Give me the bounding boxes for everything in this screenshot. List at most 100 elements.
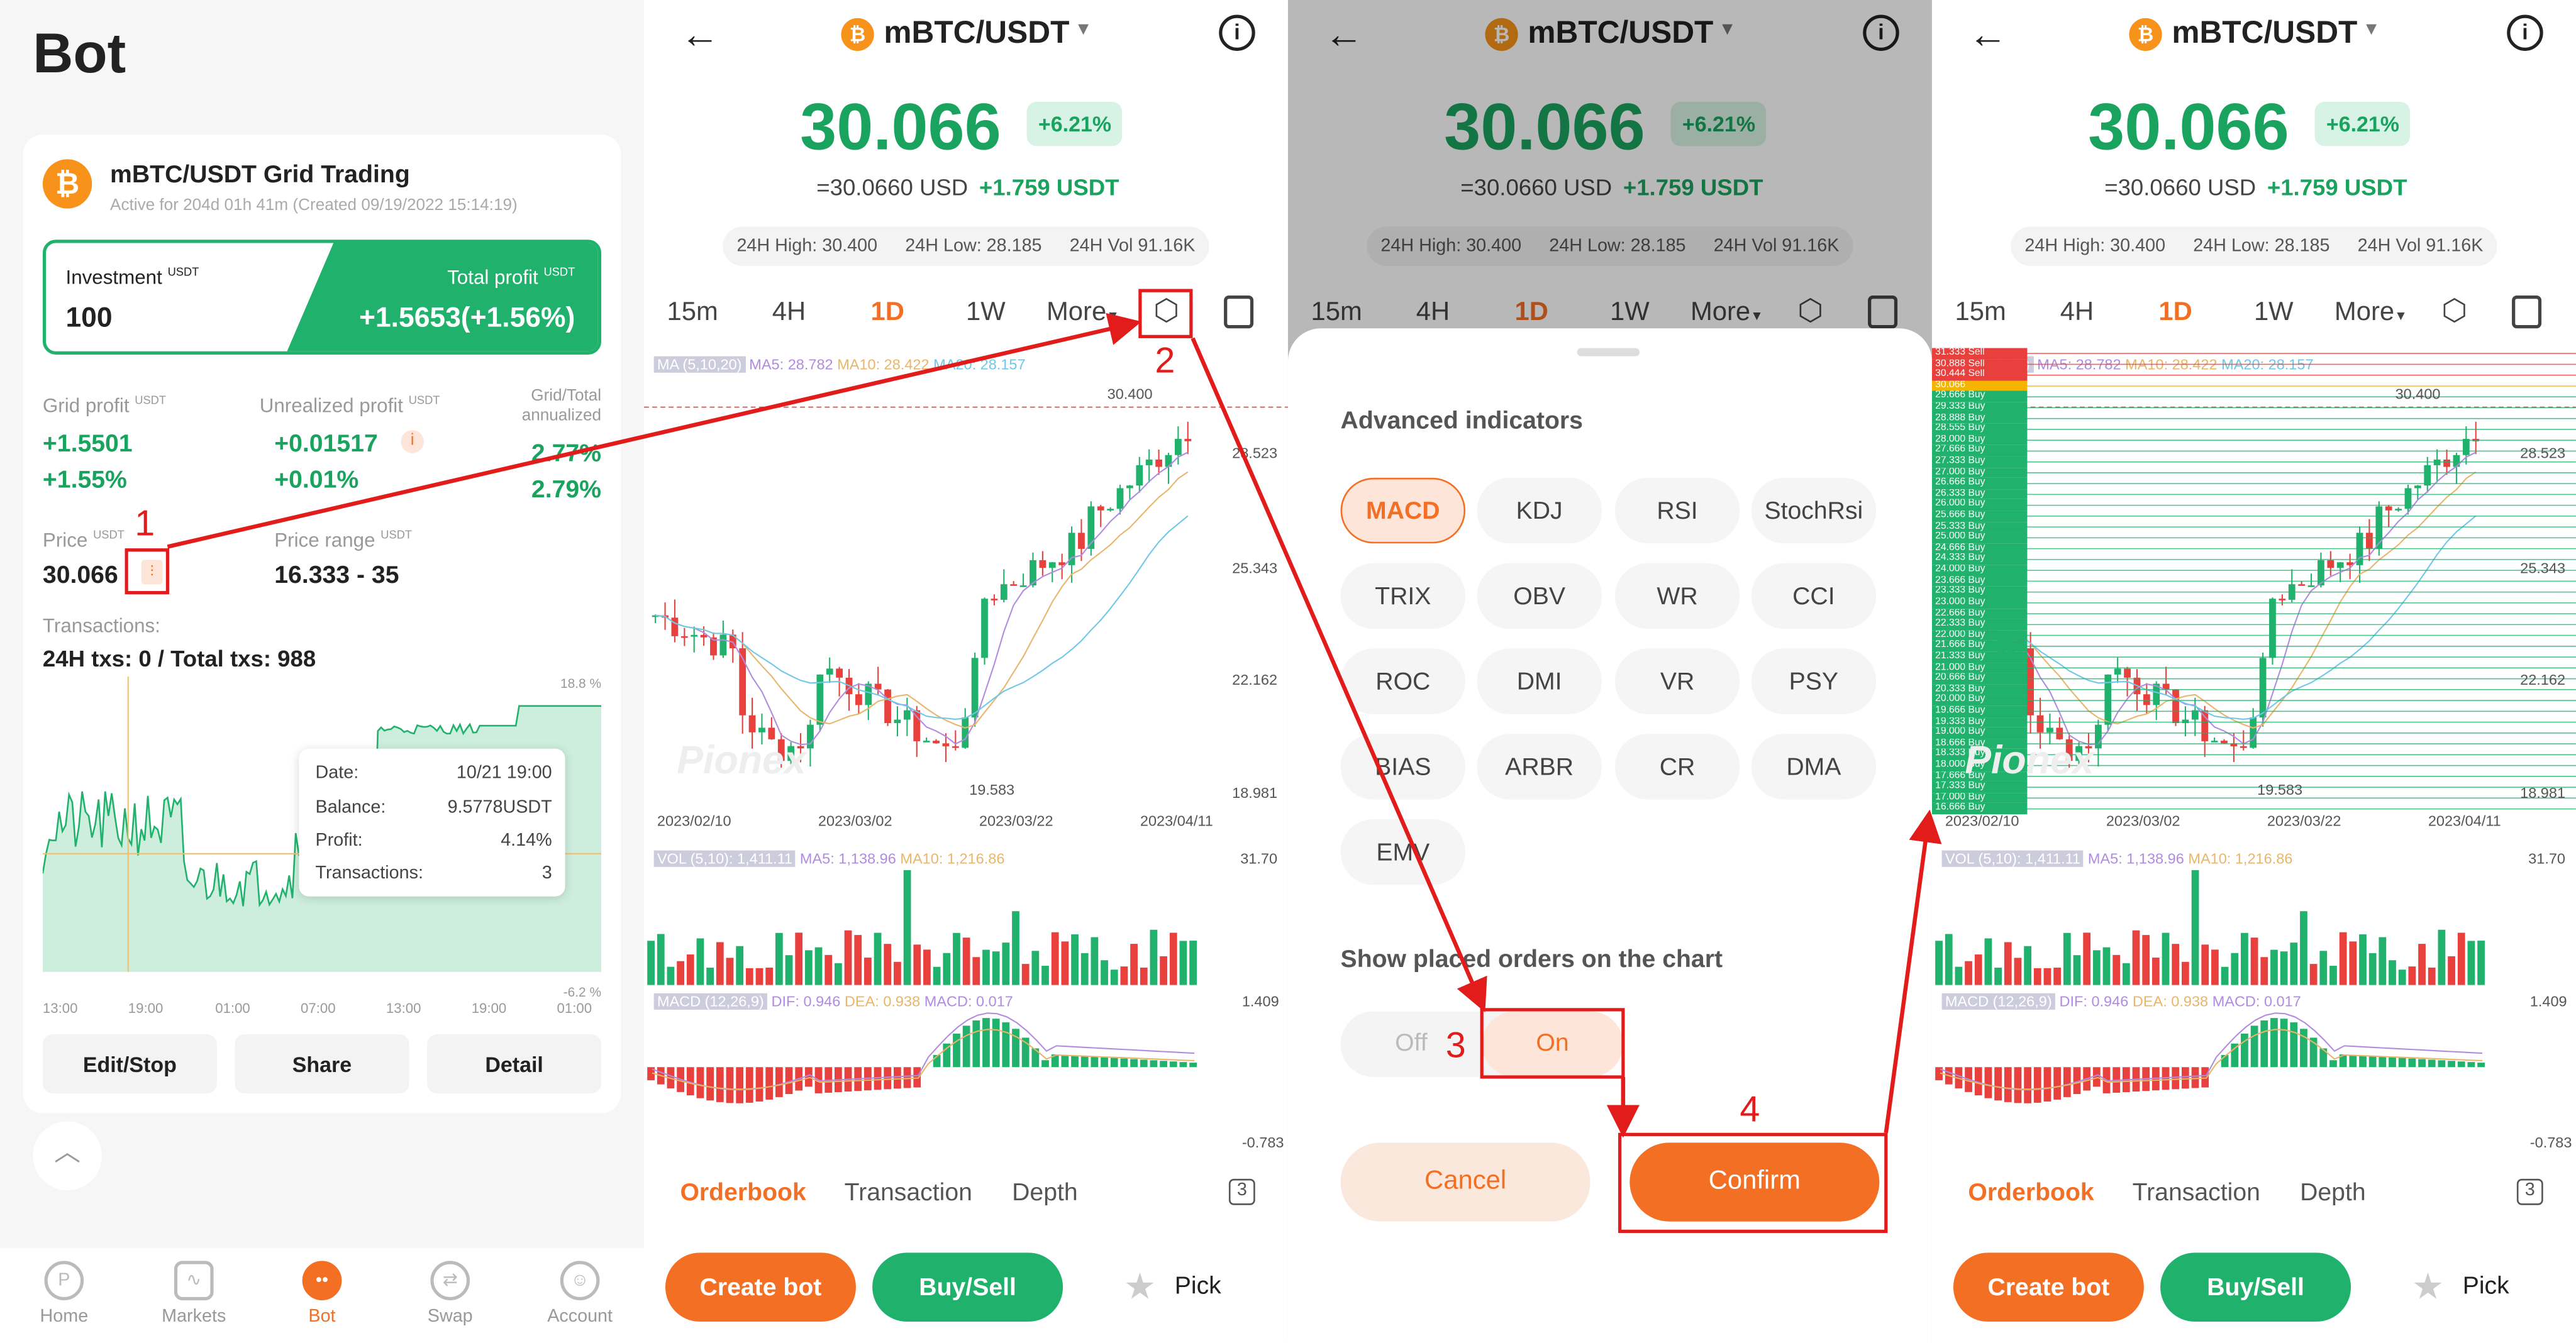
bitcoin-icon: ₿ (2129, 18, 2162, 51)
volume-bar (874, 932, 882, 985)
macd-label: MACD (12,26,9) (1941, 993, 2055, 1010)
grid-profit-unit: USDT (135, 395, 167, 407)
star-icon[interactable]: ★ (2412, 1266, 2445, 1308)
indicator-vr[interactable]: VR (1614, 648, 1740, 714)
indicator-wr[interactable]: WR (1614, 563, 1740, 629)
indicator-rsi[interactable]: RSI (1614, 477, 1740, 544)
price-axis-3: 22.162 (1232, 671, 1278, 688)
nav-markets[interactable]: ∿ Markets (145, 1261, 243, 1327)
indicator-kdj[interactable]: KDJ (1477, 477, 1602, 544)
grid-bot-card[interactable]: ₿ mBTC/USDT Grid Trading Active for 204d… (23, 135, 621, 1114)
tf-more[interactable]: More▼ (1046, 299, 1119, 328)
pick-label[interactable]: Pick (1175, 1273, 1221, 1300)
cancel-button[interactable]: Cancel (1340, 1142, 1591, 1222)
indicator-arbr[interactable]: ARBR (1477, 734, 1602, 800)
candle-body (1019, 585, 1027, 587)
indicator-roc[interactable]: ROC (1340, 648, 1466, 714)
pair-title[interactable]: mBTC/USDT (884, 16, 1069, 52)
depth-level-icon[interactable]: 3 (2516, 1178, 2543, 1205)
pair-title[interactable]: mBTC/USDT (2172, 16, 2357, 52)
tf-1w[interactable]: 1W (2254, 299, 2294, 328)
tf-1d[interactable]: 1D (870, 299, 904, 328)
fullscreen-icon[interactable] (2512, 296, 2542, 329)
buy-sell-button[interactable]: Buy/Sell (872, 1252, 1063, 1322)
nav-account[interactable]: ☺ Account (531, 1261, 630, 1327)
tf-1d[interactable]: 1D (2158, 299, 2192, 328)
macd-bar (1140, 1059, 1148, 1068)
depth-level-icon[interactable]: 3 (1228, 1178, 1255, 1205)
macd-chart (1935, 1012, 2485, 1103)
nav-home[interactable]: P Home (15, 1261, 114, 1327)
info-icon[interactable]: i (1219, 14, 1255, 51)
indicator-macd[interactable]: MACD (1340, 477, 1466, 544)
edit-stop-button[interactable]: Edit/Stop (42, 1034, 217, 1094)
indicator-settings-icon[interactable]: ⬡ (2436, 294, 2472, 329)
caret-down-icon[interactable]: ▼ (1074, 19, 1092, 39)
back-arrow-icon[interactable]: ← (680, 13, 719, 59)
tf-15m[interactable]: 15m (667, 299, 718, 328)
create-bot-button[interactable]: Create bot (1953, 1252, 2144, 1322)
buy-sell-button[interactable]: Buy/Sell (2160, 1252, 2351, 1322)
candle-body (1165, 455, 1172, 467)
nav-bot[interactable]: •• Bot (273, 1261, 372, 1327)
detail-button[interactable]: Detail (427, 1034, 602, 1094)
indicator-obv[interactable]: OBV (1477, 563, 1602, 629)
chevron-up-icon[interactable]: ︿ (33, 1121, 102, 1191)
volume-bar (2408, 966, 2416, 985)
indicator-dmi[interactable]: DMI (1477, 648, 1602, 714)
tab-orderbook[interactable]: Orderbook (1968, 1179, 2094, 1207)
indicator-dma[interactable]: DMA (1751, 734, 1877, 800)
stats-bar: 24H High: 30.400 24H Low: 28.185 24H Vol… (2011, 226, 2497, 267)
tab-depth[interactable]: Depth (1012, 1179, 1078, 1207)
tab-depth[interactable]: Depth (2300, 1179, 2366, 1207)
share-button[interactable]: Share (235, 1034, 409, 1094)
indicator-cr[interactable]: CR (1614, 734, 1740, 800)
candle-body (933, 741, 940, 744)
candle-body (952, 746, 959, 748)
pick-label[interactable]: Pick (2463, 1273, 2509, 1300)
volume-bar (2389, 960, 2396, 985)
info-icon[interactable]: i (2507, 14, 2543, 51)
tab-orderbook[interactable]: Orderbook (680, 1179, 806, 1207)
nav-swap[interactable]: ⇄ Swap (401, 1261, 499, 1327)
macd-bar (1091, 1056, 1099, 1068)
candle-body (903, 710, 911, 720)
sheet-handle[interactable] (1577, 348, 1640, 356)
tab-transaction[interactable]: Transaction (2133, 1179, 2260, 1207)
candle-body (1116, 488, 1124, 509)
indicator-emv[interactable]: EMV (1340, 819, 1466, 885)
low-24h: 24H Low: 28.185 (905, 236, 1042, 257)
macd-bar (1994, 1067, 2002, 1101)
vol-axis: 31.70 (1240, 850, 1278, 867)
volume-bar (745, 968, 753, 985)
tf-4h[interactable]: 4H (2060, 299, 2094, 328)
volume-bar (2379, 937, 2387, 985)
indicator-stochrsi[interactable]: StochRsi (1751, 477, 1877, 544)
tf-1w[interactable]: 1W (966, 299, 1006, 328)
grid-order-label: 19.666 Buy (1931, 705, 2028, 717)
create-bot-button[interactable]: Create bot (665, 1252, 856, 1322)
caret-down-icon: ▼ (2394, 308, 2407, 324)
tab-transaction[interactable]: Transaction (845, 1179, 972, 1207)
indicator-trix[interactable]: TRIX (1340, 563, 1466, 629)
volume-bar (1994, 968, 2002, 985)
tf-15m[interactable]: 15m (1955, 299, 2006, 328)
volume-bar (1935, 941, 1943, 985)
back-arrow-icon[interactable]: ← (1968, 13, 2007, 59)
indicator-psy[interactable]: PSY (1751, 648, 1877, 714)
tf-more[interactable]: More▼ (2334, 299, 2407, 328)
info-icon[interactable]: i (401, 430, 424, 453)
volume-bar (894, 961, 901, 985)
date-tick: 2023/03/02 (818, 812, 892, 829)
caret-down-icon[interactable]: ▼ (2362, 19, 2380, 39)
volume-bar (2122, 963, 2130, 985)
indicator-bias[interactable]: BIAS (1340, 734, 1466, 800)
star-icon[interactable]: ★ (1124, 1266, 1157, 1308)
indicator-cci[interactable]: CCI (1751, 563, 1877, 629)
grid-order-label: 28.888 Buy (1931, 413, 2028, 424)
fullscreen-icon[interactable] (1224, 296, 1254, 329)
volume-bar (785, 955, 793, 985)
macd-bar (2250, 1025, 2258, 1068)
tf-4h[interactable]: 4H (772, 299, 806, 328)
total-profit-unit: USDT (543, 267, 575, 279)
